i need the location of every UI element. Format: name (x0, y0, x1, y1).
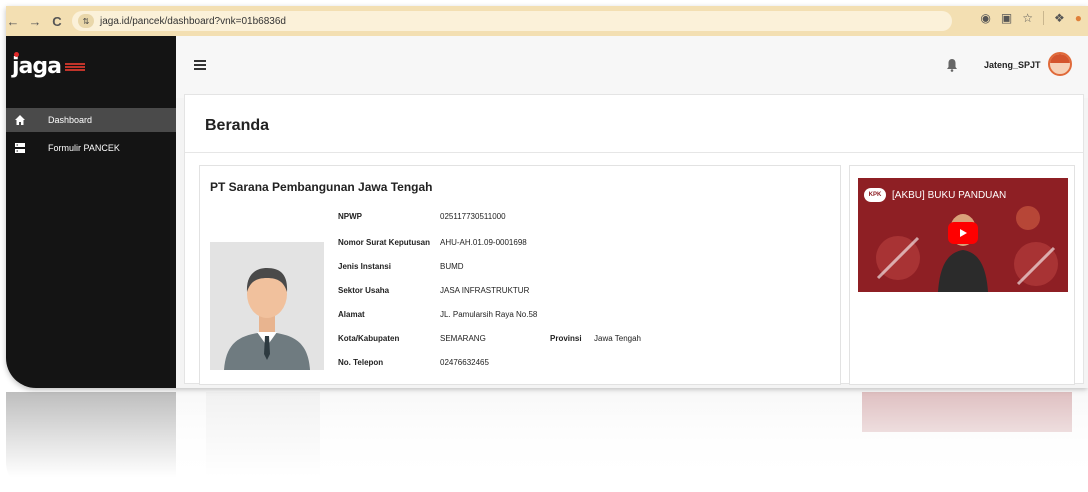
nomor-sk-value: AHU-AH.01.09-0001698 (440, 238, 527, 247)
alamat-label: Alamat (338, 310, 365, 319)
sektor-usaha-label: Sektor Usaha (338, 286, 390, 295)
kpk-logo: KPK (864, 188, 886, 202)
page-title: Beranda (205, 117, 270, 134)
site-settings-icon[interactable]: ⇅ (78, 14, 94, 28)
sidebar-item-dashboard[interactable]: Dashboard (6, 108, 176, 132)
main-content-card: Beranda PT Sarana Pembangunan Jawa Tenga… (184, 94, 1084, 385)
company-profile-card: PT Sarana Pembangunan Jawa Tengah NPWP 0… (199, 165, 841, 385)
forward-button[interactable]: → (24, 10, 46, 32)
install-icon[interactable]: ▣ (1001, 11, 1012, 25)
server-icon (14, 142, 26, 154)
star-icon[interactable]: ☆ (1022, 11, 1033, 25)
telepon-value: 02476632465 (440, 358, 489, 367)
telepon-label: No. Telepon (338, 358, 384, 367)
provinsi-label: Provinsi (550, 334, 582, 343)
logo-text: jaga (12, 54, 62, 79)
nomor-sk-label: Nomor Surat Keputusan (338, 238, 431, 247)
jenis-instansi-label: Jenis Instansi (338, 262, 391, 271)
npwp-row: NPWP (338, 212, 362, 221)
video-card: KPK [AKBU] BUKU PANDUAN (849, 165, 1075, 385)
profile-icon[interactable]: ● (1075, 11, 1082, 25)
username[interactable]: Jateng_SPJT (984, 60, 1041, 70)
logo-dot (14, 52, 19, 57)
bell-icon[interactable] (946, 58, 958, 72)
browser-window: ← → C ⇅ jaga.id/pancek/dashboard?vnk=01b… (6, 6, 1088, 388)
divider (185, 152, 1083, 153)
browser-actions: ◉ ▣ ☆ ❖ ● (980, 11, 1082, 25)
telepon-row: No. Telepon (338, 358, 383, 367)
jenis-instansi-value: BUMD (440, 262, 464, 271)
company-name: PT Sarana Pembangunan Jawa Tengah (210, 180, 433, 194)
kota-row: Kota/Kabupaten (338, 334, 399, 343)
kota-value: SEMARANG (440, 334, 486, 343)
url-text: jaga.id/pancek/dashboard?vnk=01b6836d (100, 15, 286, 27)
hamburger-menu-icon[interactable] (194, 60, 206, 70)
home-icon (14, 114, 26, 126)
sektor-usaha-value: JASA INFRASTRUKTUR (440, 286, 530, 295)
jenis-instansi-row: Jenis Instansi (338, 262, 391, 271)
sidebar-item-label: Dashboard (48, 115, 93, 125)
jaga-logo[interactable]: jaga (12, 52, 85, 79)
provinsi-row: Provinsi (550, 334, 582, 343)
screenshot-frame: ← → C ⇅ jaga.id/pancek/dashboard?vnk=01b… (0, 0, 1088, 492)
provinsi-value: Jawa Tengah (594, 334, 641, 343)
nomor-sk-row: Nomor Surat Keputusan (338, 238, 430, 247)
reflection-fade (0, 392, 1088, 492)
reload-button[interactable]: C (46, 10, 68, 32)
extensions-icon[interactable]: ❖ (1054, 11, 1065, 25)
sidebar: jaga Dashboard Formulir PANCEK (6, 36, 176, 388)
sidebar-item-formulir-pancek[interactable]: Formulir PANCEK (6, 136, 176, 160)
avatar[interactable] (1048, 52, 1072, 76)
video-thumbnail[interactable]: KPK [AKBU] BUKU PANDUAN (858, 178, 1068, 292)
eye-off-icon[interactable]: ◉ (980, 11, 990, 25)
alamat-value: JL. Pamularsih Raya No.58 (440, 310, 538, 319)
alamat-row: Alamat (338, 310, 365, 319)
back-button[interactable]: ← (6, 10, 24, 32)
npwp-label: NPWP (338, 212, 362, 221)
topbar: Jateng_SPJT (176, 36, 1088, 98)
profile-placeholder-image (210, 242, 324, 370)
npwp-value: 025117730511000 (440, 212, 506, 221)
sidebar-item-label: Formulir PANCEK (48, 143, 120, 153)
sektor-usaha-row: Sektor Usaha (338, 286, 389, 295)
browser-toolbar: ← → C ⇅ jaga.id/pancek/dashboard?vnk=01b… (6, 6, 1088, 36)
logo-tagline-mark (64, 62, 85, 71)
toolbar-separator (1042, 11, 1044, 25)
address-bar[interactable]: ⇅ jaga.id/pancek/dashboard?vnk=01b6836d (72, 11, 952, 31)
video-title: [AKBU] BUKU PANDUAN (892, 190, 1007, 201)
kota-label: Kota/Kabupaten (338, 334, 400, 343)
play-icon[interactable] (948, 222, 978, 244)
